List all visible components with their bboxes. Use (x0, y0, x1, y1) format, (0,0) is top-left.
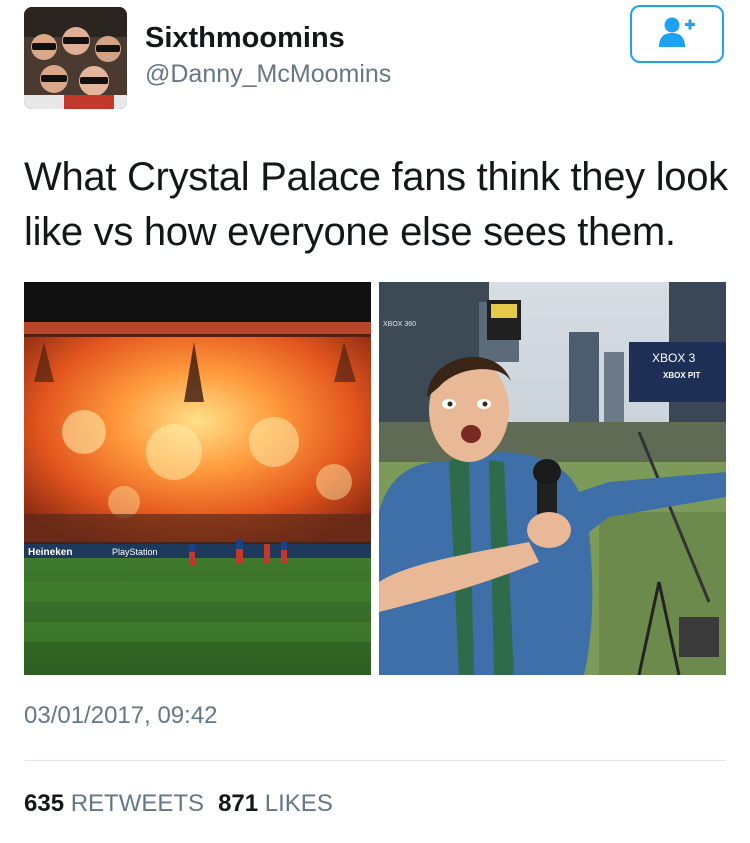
avatar[interactable] (24, 7, 127, 109)
divider (24, 760, 726, 761)
banner-text: Heineken (28, 547, 72, 558)
tweet-timestamp[interactable]: 03/01/2017, 09:42 (24, 702, 218, 730)
display-name[interactable]: Sixthmoomins (145, 22, 345, 55)
board-subtext: XBOX PIT (663, 371, 700, 380)
tweet-stats: 635 RETWEETS 871 LIKES (24, 790, 333, 818)
retweets-link[interactable]: 635 RETWEETS (24, 790, 204, 817)
photo-stadium-flares[interactable]: Heineken PlayStation (24, 282, 371, 675)
board-text: XBOX 3 (652, 351, 696, 365)
sponsor-text: PlayStation (112, 547, 158, 557)
photo-reporter[interactable]: XBOX 3 XBOX PIT XBOX 360 (379, 282, 726, 675)
follow-button[interactable] (630, 5, 724, 63)
top-sign-text: XBOX 360 (383, 321, 416, 328)
add-user-icon (657, 16, 697, 53)
retweets-label: RETWEETS (70, 790, 205, 817)
likes-label: LIKES (264, 790, 333, 817)
user-handle[interactable]: @Danny_McMoomins (145, 60, 391, 89)
likes-count: 871 (218, 790, 259, 817)
retweets-count: 635 (24, 790, 65, 817)
likes-link[interactable]: 871 LIKES (218, 790, 333, 817)
tweet-text: What Crystal Palace fans think they look… (24, 155, 728, 254)
